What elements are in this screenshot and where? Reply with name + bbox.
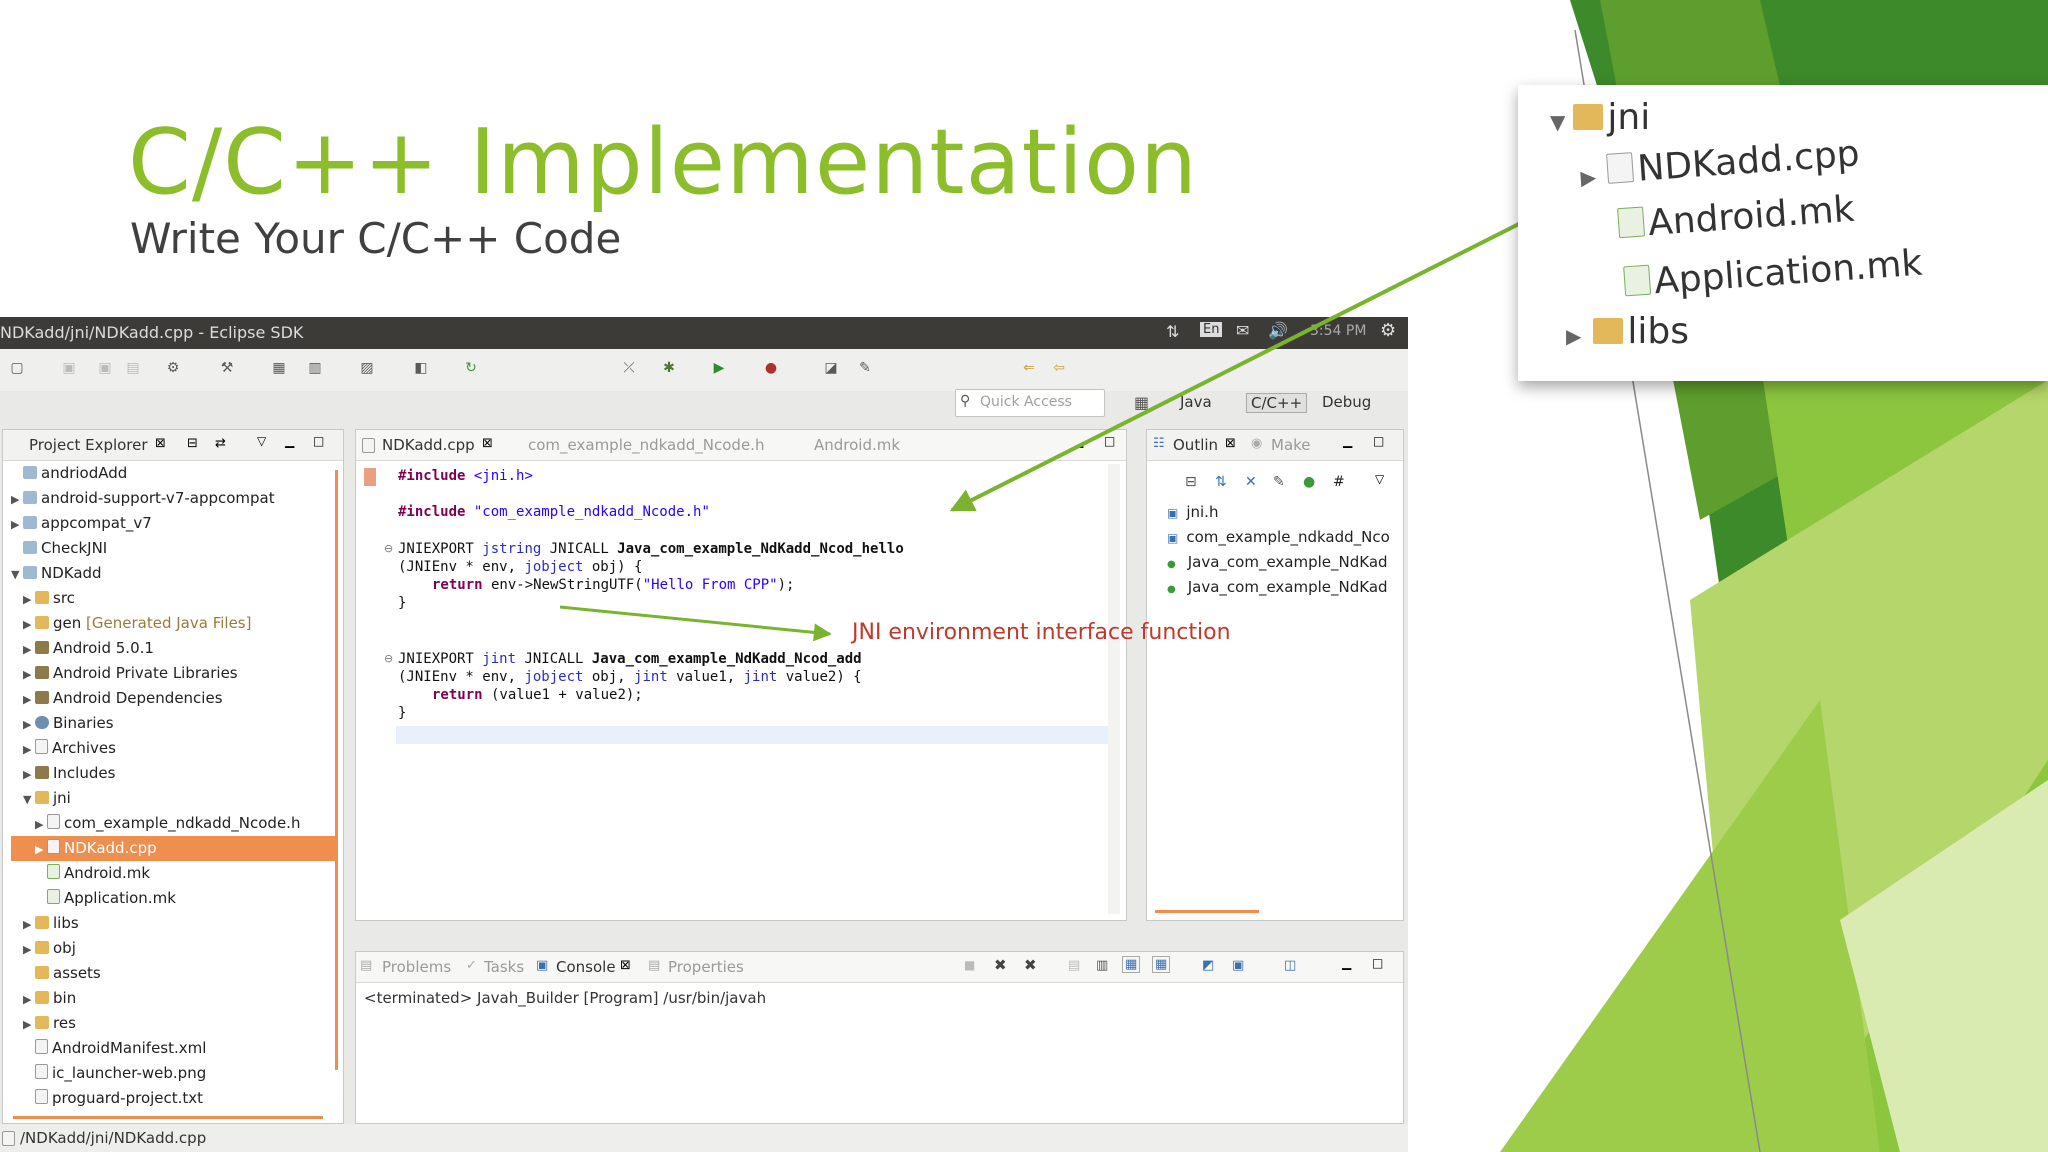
- annotation-label: JNI environment interface function: [852, 620, 1231, 645]
- zoom-item: Application.mk: [1623, 243, 1924, 305]
- folder-icon: [1593, 318, 1624, 344]
- zoom-item: ▶ libs: [1566, 311, 1690, 352]
- expand-arrow-icon: ▶: [1566, 324, 1582, 348]
- zoom-item: Android.mk: [1617, 189, 1856, 246]
- makefile-icon: [1623, 264, 1652, 297]
- zoomed-file-tree: ▼ jni ▶ NDKadd.cpp Android.mk Application.…: [1518, 85, 2048, 381]
- folder-icon: [1573, 104, 1604, 130]
- cpp-file-icon: [1606, 152, 1635, 184]
- expand-arrow-icon: ▶: [1579, 164, 1597, 190]
- zoom-item: ▶ NDKadd.cpp: [1579, 133, 1861, 190]
- collapse-arrow-icon: ▼: [1550, 110, 1566, 134]
- zoom-item: ▼ jni: [1550, 97, 1651, 138]
- makefile-icon: [1617, 206, 1646, 239]
